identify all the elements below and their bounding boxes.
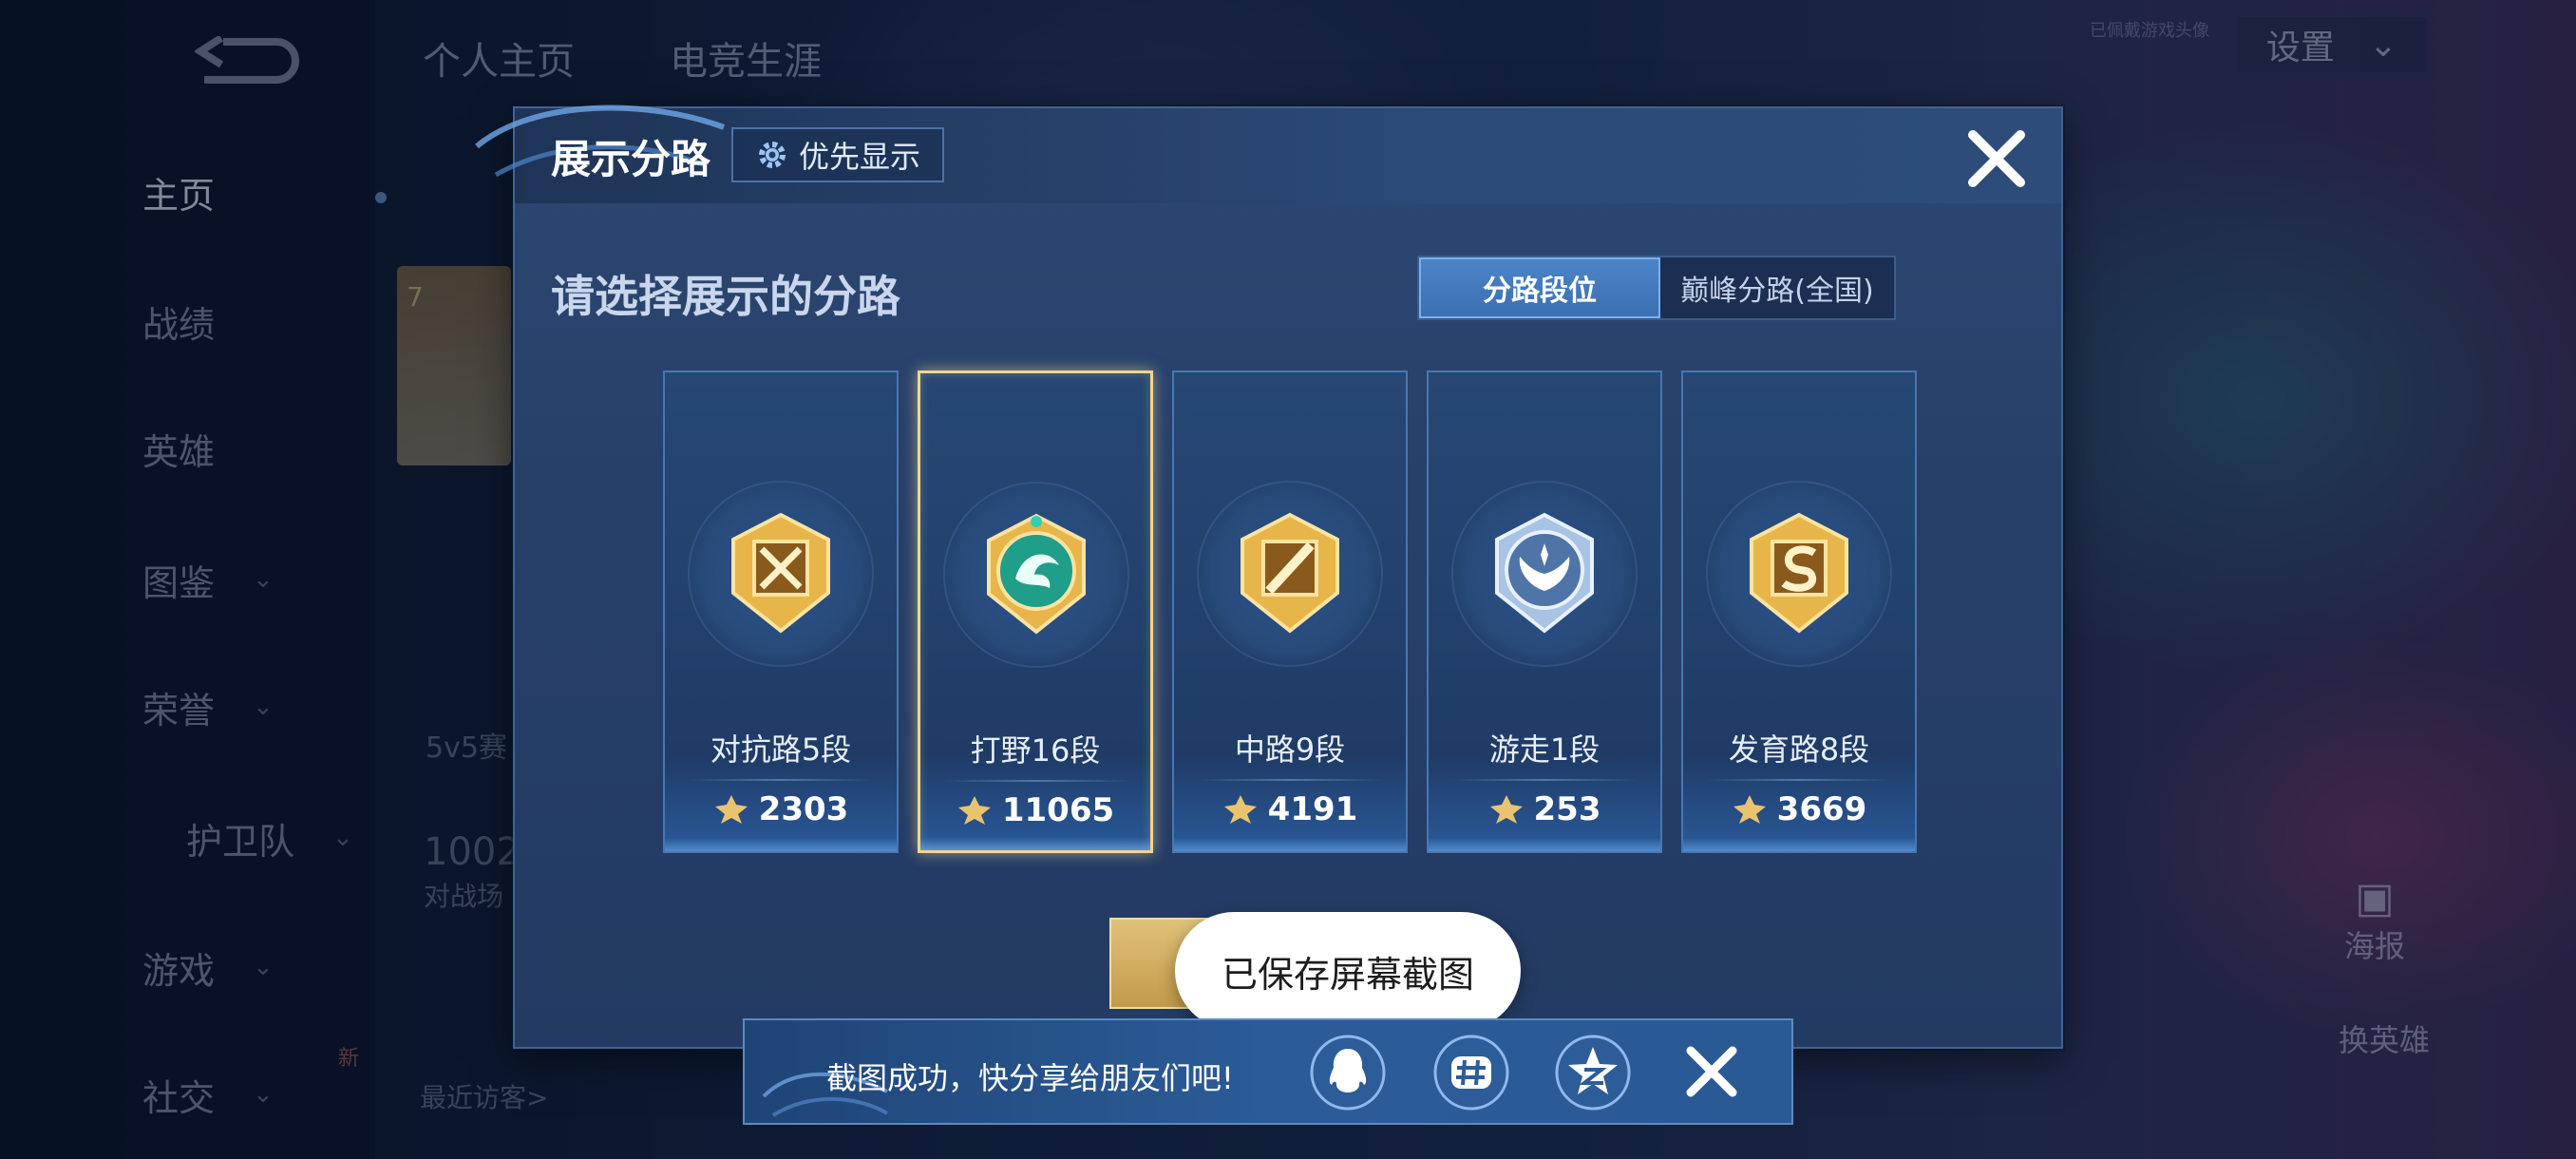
tab-peak-lane[interactable]: 巅峰分路(全国) — [1660, 257, 1894, 318]
lane-score: 4191 — [1174, 790, 1406, 828]
rank-points-icon — [1223, 795, 1257, 824]
lane-score: 11065 — [920, 791, 1150, 829]
select-lane-prompt: 请选择展示的分路 — [551, 271, 900, 322]
lane-card-mid[interactable]: 中路9段 4191 — [1172, 370, 1408, 853]
clash-lane-emblem-icon — [731, 512, 830, 634]
lane-card-jungle[interactable]: 打野16段 11065 — [918, 370, 1153, 853]
close-icon[interactable] — [1681, 1041, 1742, 1102]
share-message: 截图成功，快分享给朋友们吧! — [826, 1060, 1234, 1096]
jungle-dragon-emblem-icon — [987, 513, 1086, 635]
rank-points-icon — [957, 796, 991, 825]
screenshot-saved-toast: 已保存屏幕截图 — [1175, 912, 1521, 1030]
lane-label: 发育路8段 — [1728, 732, 1870, 768]
lane-card-clash[interactable]: 对抗路5段 2303 — [663, 370, 899, 853]
qq-icon[interactable] — [1309, 1034, 1387, 1112]
rank-points-icon — [1489, 795, 1523, 824]
share-bar: 截图成功，快分享给朋友们吧! — [743, 1018, 1793, 1125]
farm-lane-emblem-icon — [1750, 512, 1848, 634]
lane-mode-toggle: 分路段位 巅峰分路(全国) — [1417, 256, 1896, 320]
priority-display-button[interactable]: 优先显示 — [731, 127, 944, 182]
roam-wings-emblem-icon — [1495, 512, 1594, 634]
rank-points-icon — [1733, 795, 1766, 824]
qzone-star-icon[interactable] — [1554, 1034, 1632, 1112]
lane-label: 中路9段 — [1234, 732, 1346, 768]
lane-label: 游走1段 — [1488, 732, 1601, 768]
priority-display-label: 优先显示 — [798, 139, 920, 175]
lane-score: 3669 — [1683, 790, 1915, 828]
lane-card-list: 对抗路5段 2303 打野16段 11065 中路9段 4191 游走1段 25… — [663, 370, 1917, 853]
mid-lane-emblem-icon — [1241, 512, 1339, 634]
gear-icon — [758, 142, 786, 168]
lane-score: 253 — [1429, 790, 1660, 828]
lane-label: 对抗路5段 — [710, 732, 852, 768]
modal-title: 展示分路 — [551, 136, 711, 182]
lane-card-farm[interactable]: 发育路8段 3669 — [1681, 370, 1917, 853]
lane-display-modal: 展示分路 优先显示 请选择展示的分路 分路段位 巅峰分路(全国) 对抗路5段 2… — [475, 104, 2063, 1049]
close-icon[interactable] — [1963, 125, 2030, 192]
lane-score: 2303 — [665, 790, 897, 828]
lane-label: 打野16段 — [970, 732, 1101, 769]
hashtag-icon[interactable] — [1432, 1034, 1510, 1112]
rank-points-icon — [714, 795, 748, 824]
lane-card-roam[interactable]: 游走1段 253 — [1427, 370, 1662, 853]
tab-lane-rank[interactable]: 分路段位 — [1419, 257, 1660, 318]
